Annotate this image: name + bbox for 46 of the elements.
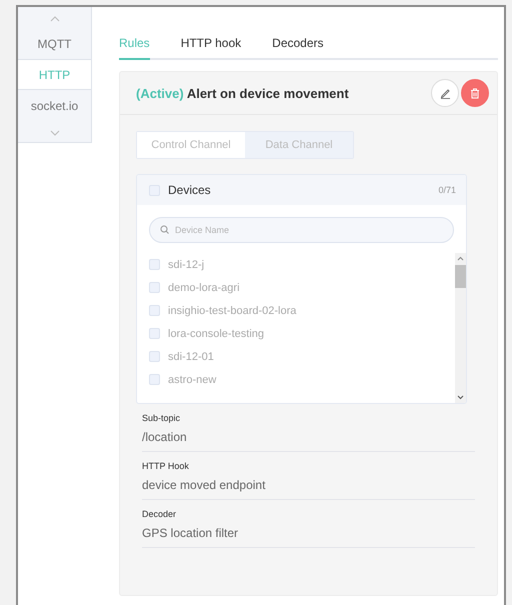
device-item[interactable]: sdi-12-j: [149, 253, 443, 276]
scrollbar-thumb[interactable]: [455, 265, 466, 288]
device-item[interactable]: sdi-12-01: [149, 345, 443, 368]
checkbox[interactable]: [149, 305, 160, 316]
trash-icon: [470, 88, 480, 98]
device-name: demo-lora-agri: [168, 282, 240, 294]
pencil-icon: [440, 88, 450, 98]
device-name: insighio-test-board-02-lora: [168, 304, 296, 316]
device-item[interactable]: astro-new: [149, 368, 443, 391]
channel-tab[interactable]: Data Channel: [245, 132, 353, 158]
rule-title: (Active) Alert on device movement: [136, 86, 350, 100]
device-name: lora-console-testing: [168, 328, 264, 340]
sidebar-item[interactable]: MQTT: [18, 28, 91, 59]
field-value: GPS location filter: [142, 526, 240, 540]
chevron-down-icon[interactable]: [50, 130, 60, 136]
checkbox[interactable]: [149, 259, 160, 270]
device-item[interactable]: demo-lora-agri: [149, 276, 443, 299]
checkbox[interactable]: [149, 374, 160, 385]
field-label: HTTP Hook: [142, 461, 190, 471]
checkbox[interactable]: [149, 328, 160, 339]
delete-button[interactable]: [461, 79, 489, 107]
field-value: device moved endpoint: [142, 478, 266, 492]
sidebar-item[interactable]: HTTP: [18, 59, 91, 90]
edit-button[interactable]: [431, 79, 459, 107]
checkbox[interactable]: [149, 184, 160, 196]
field-value: /location: [142, 430, 188, 444]
search-icon: [160, 225, 169, 234]
sidebar-item[interactable]: socket.io: [18, 90, 91, 121]
scrollbar[interactable]: [455, 253, 466, 403]
channel-tab[interactable]: Control Channel: [137, 132, 245, 158]
panel-title: Devices: [168, 183, 212, 197]
device-name: sdi-12-01: [168, 350, 214, 362]
tab[interactable]: Decoders: [272, 36, 324, 60]
device-item[interactable]: lora-console-testing: [149, 322, 443, 345]
tab[interactable]: HTTP hook: [180, 36, 242, 60]
device-name: sdi-12-j: [168, 258, 204, 270]
device-name: astro-new: [168, 374, 216, 386]
tab[interactable]: Rules: [119, 36, 150, 60]
device-item[interactable]: insighio-test-board-02-lora: [149, 299, 443, 322]
field-label: Decoder: [142, 509, 178, 519]
search-field[interactable]: Device Name: [149, 217, 454, 243]
field-label: Sub-topic: [142, 413, 182, 423]
checkbox[interactable]: [149, 351, 160, 362]
selection-count: 0/71: [438, 185, 456, 195]
checkbox[interactable]: [149, 282, 160, 293]
chevron-up-icon[interactable]: [50, 16, 60, 22]
